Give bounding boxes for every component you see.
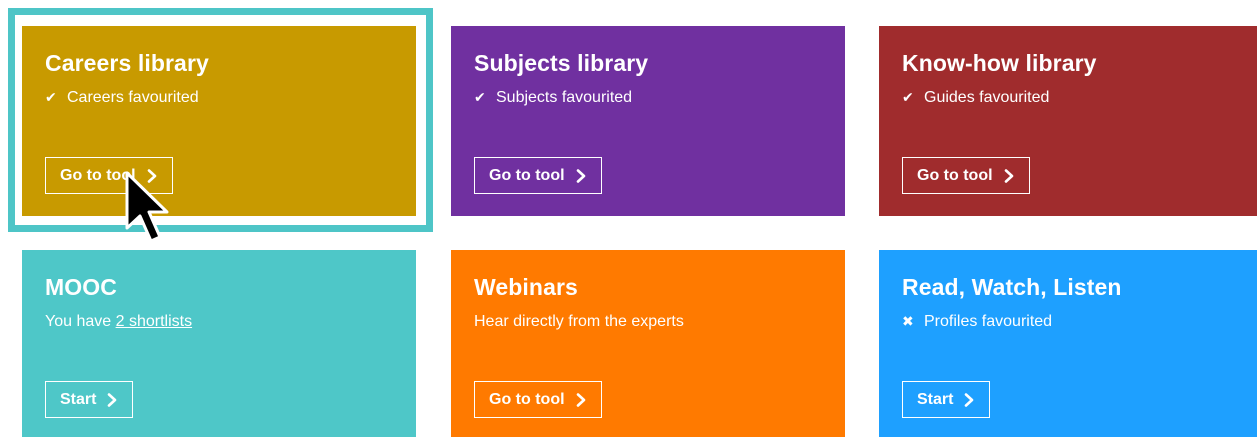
tile-subtitle-text: Subjects favourited bbox=[496, 89, 633, 106]
chevron-right-icon bbox=[1004, 168, 1013, 183]
tile-subtitle: ✔ Subjects favourited bbox=[474, 89, 632, 107]
tile-mooc[interactable]: MOOC You have 2 shortlists Start bbox=[22, 250, 416, 437]
chevron-right-icon bbox=[108, 392, 117, 407]
dashboard-tiles-grid: Careers library ✔ Careers favourited Go t… bbox=[0, 0, 1257, 437]
start-button[interactable]: Start bbox=[45, 381, 134, 418]
mouse-pointer-icon bbox=[125, 171, 169, 243]
tile-subjects-library[interactable]: Subjects library ✔ Subjects favourited Go… bbox=[451, 26, 845, 216]
tile-webinars[interactable]: Webinars Hear directly from the experts … bbox=[451, 250, 845, 437]
go-to-tool-button[interactable]: Go to tool bbox=[474, 381, 602, 418]
tile-subtitle: ✔ Guides favourited bbox=[902, 89, 1049, 107]
go-to-tool-button[interactable]: Go to tool bbox=[474, 157, 602, 194]
tile-title: Read, Watch, Listen bbox=[902, 274, 1122, 300]
chevron-right-icon bbox=[576, 168, 585, 183]
tile-subtitle-text: Hear directly from the experts bbox=[474, 313, 684, 330]
button-label: Go to tool bbox=[917, 166, 993, 184]
tile-subtitle: You have 2 shortlists bbox=[45, 313, 192, 331]
go-to-tool-button[interactable]: Go to tool bbox=[902, 157, 1030, 194]
tile-title: Know-how library bbox=[902, 50, 1097, 76]
tile-subtitle: Hear directly from the experts bbox=[474, 313, 684, 331]
tile-title: MOOC bbox=[45, 274, 117, 300]
tile-title: Webinars bbox=[474, 274, 578, 300]
check-icon: ✔ bbox=[474, 89, 486, 105]
tile-subtitle-text: Guides favourited bbox=[924, 89, 1050, 106]
start-button[interactable]: Start bbox=[902, 381, 991, 418]
tile-title: Subjects library bbox=[474, 50, 649, 76]
button-label: Go to tool bbox=[489, 166, 565, 184]
chevron-right-icon bbox=[576, 392, 585, 407]
tile-subtitle-text: Profiles favourited bbox=[924, 313, 1053, 330]
tile-read-watch-listen[interactable]: Read, Watch, Listen ✖ Profiles favourited… bbox=[879, 250, 1257, 437]
button-label: Go to tool bbox=[489, 390, 565, 408]
cross-icon: ✖ bbox=[902, 313, 914, 329]
button-label: Start bbox=[917, 390, 954, 408]
tile-subtitle-text: You have bbox=[45, 313, 116, 330]
button-label: Start bbox=[60, 390, 97, 408]
check-icon: ✔ bbox=[902, 89, 914, 105]
shortlists-link[interactable]: 2 shortlists bbox=[116, 313, 192, 330]
selection-highlight-frame bbox=[8, 8, 433, 232]
tile-know-how-library[interactable]: Know-how library ✔ Guides favourited Go t… bbox=[879, 26, 1257, 216]
chevron-right-icon bbox=[965, 392, 974, 407]
tile-subtitle: ✖ Profiles favourited bbox=[902, 313, 1052, 331]
